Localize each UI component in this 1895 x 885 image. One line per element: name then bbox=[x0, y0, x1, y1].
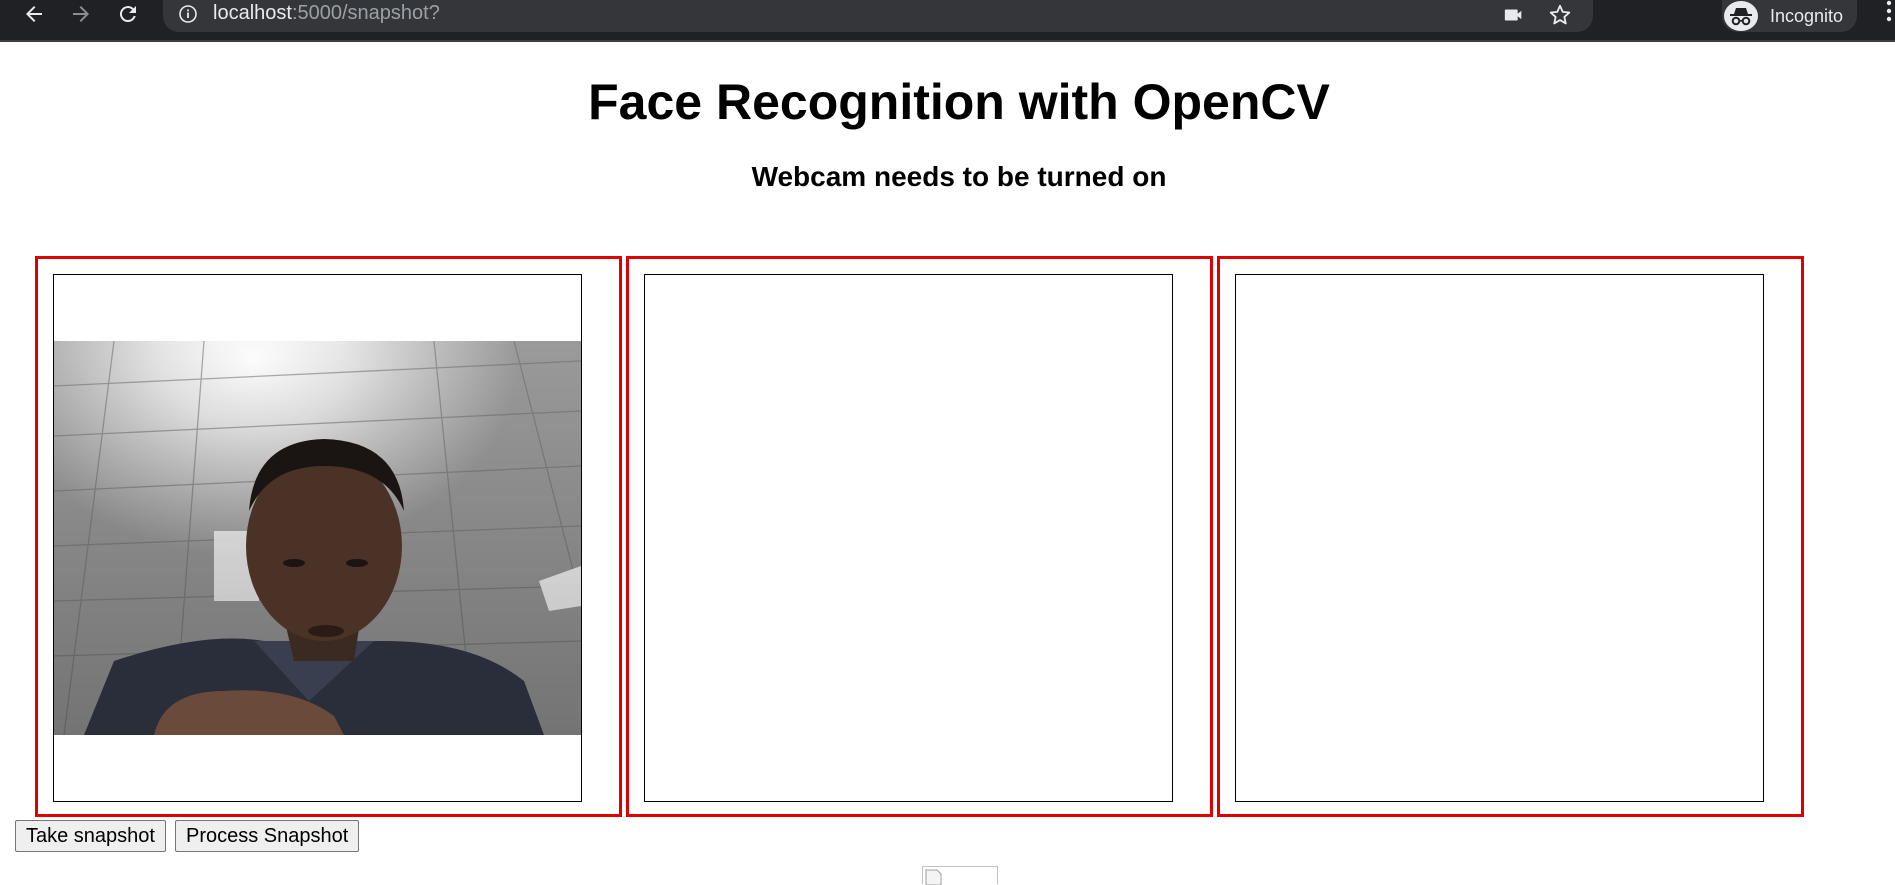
avatar bbox=[1724, 1, 1758, 31]
page-title: Face Recognition with OpenCV bbox=[588, 74, 1330, 130]
browser-toolbar: localhost:5000/snapshot? Incognito bbox=[0, 0, 1895, 42]
url-path: :5000/snapshot? bbox=[291, 2, 440, 24]
webcam-frame bbox=[53, 274, 582, 802]
address-bar[interactable]: localhost:5000/snapshot? bbox=[163, 0, 1593, 32]
incognito-icon bbox=[1730, 8, 1752, 26]
snapshot-frame bbox=[644, 274, 1173, 802]
star-icon[interactable] bbox=[1547, 2, 1573, 28]
incognito-badge[interactable]: Incognito bbox=[1722, 0, 1857, 32]
webcam-panel bbox=[35, 256, 622, 817]
webcam-feed bbox=[54, 341, 581, 735]
forward-button[interactable] bbox=[63, 0, 99, 28]
back-button[interactable] bbox=[16, 0, 52, 28]
kebab-menu-icon[interactable] bbox=[1884, 0, 1894, 28]
processed-frame bbox=[1235, 274, 1764, 802]
page-subtitle: Webcam needs to be turned on bbox=[751, 161, 1167, 192]
broken-image bbox=[922, 866, 998, 885]
broken-image-icon bbox=[925, 869, 942, 885]
reload-button[interactable] bbox=[110, 0, 146, 28]
info-icon[interactable] bbox=[178, 4, 198, 24]
snapshot-panel bbox=[626, 256, 1213, 817]
profile-label: Incognito bbox=[1770, 5, 1844, 26]
camera-icon[interactable] bbox=[1503, 4, 1525, 26]
back-icon bbox=[26, 6, 42, 22]
url-text[interactable]: localhost:5000/snapshot? bbox=[213, 2, 440, 25]
url-host: localhost bbox=[213, 2, 292, 24]
take-snapshot-button[interactable]: Take snapshot bbox=[15, 820, 166, 852]
forward-icon bbox=[73, 6, 89, 22]
processed-panel bbox=[1217, 256, 1804, 817]
reload-icon bbox=[119, 6, 136, 23]
process-snapshot-button[interactable]: Process Snapshot bbox=[175, 820, 360, 852]
